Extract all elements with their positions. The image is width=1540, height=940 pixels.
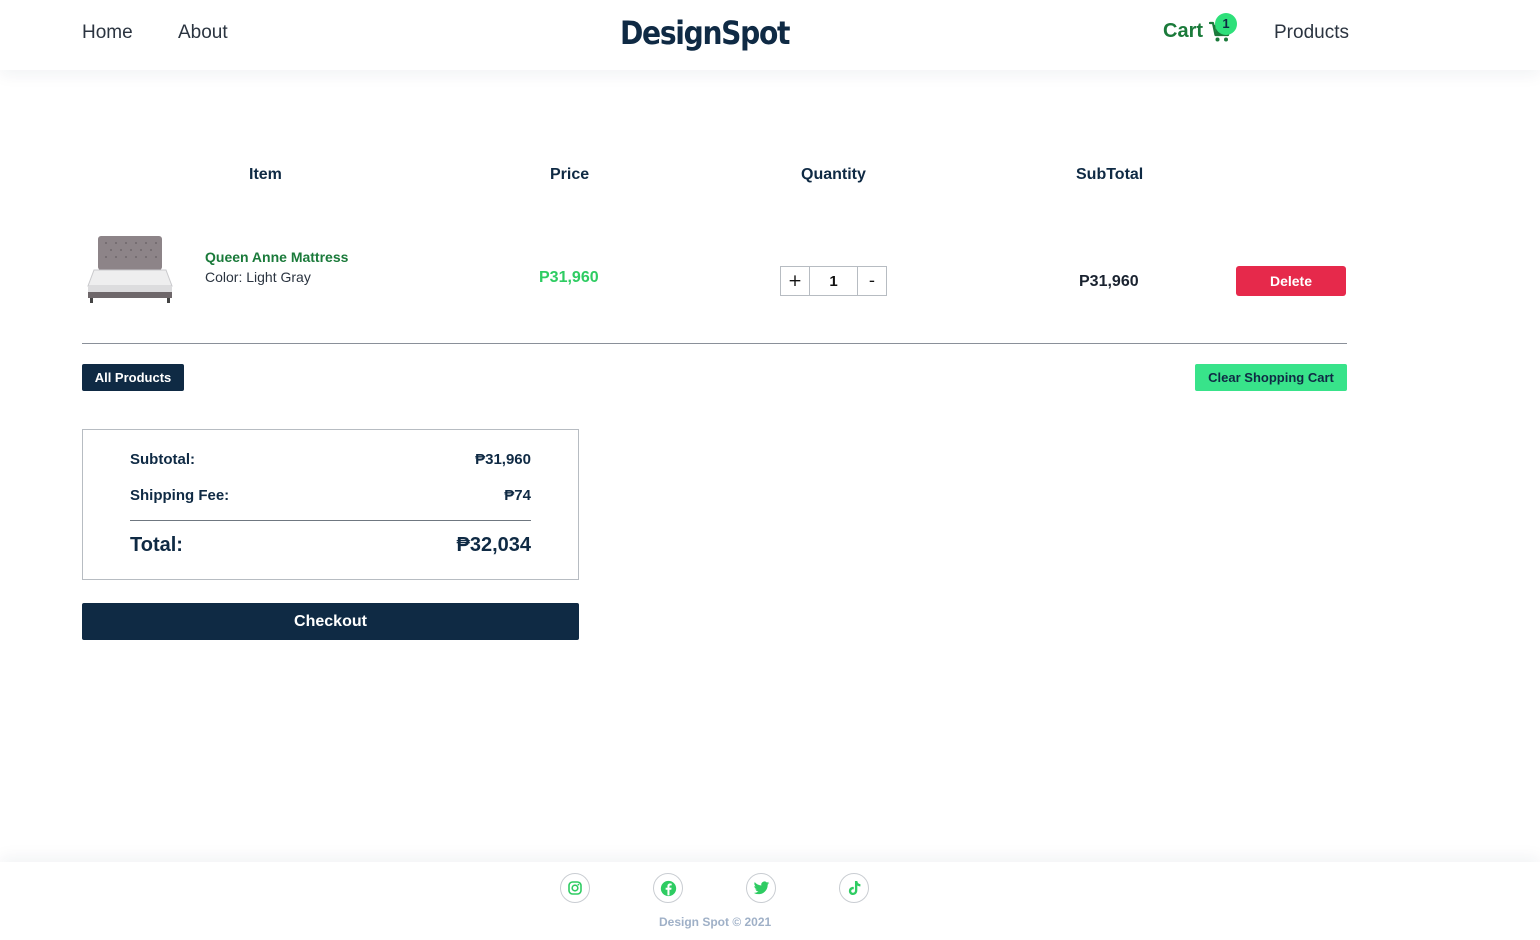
shipping-fee-value: ₱74 — [504, 487, 531, 504]
total-value: ₱32,034 — [456, 534, 531, 556]
nav-about-link[interactable]: About — [178, 22, 228, 44]
total-label: Total: — [130, 534, 183, 556]
site-footer: Design Spot © 2021 — [0, 862, 1540, 940]
decrease-quantity-button[interactable]: - — [857, 267, 886, 295]
row-subtotal: P31,960 — [1079, 273, 1139, 290]
site-header: Home About DesignSpot Cart 1 Products — [0, 0, 1540, 70]
divider — [82, 343, 1347, 344]
copyright-text: Design Spot © 2021 — [659, 915, 772, 929]
summary-divider — [130, 520, 531, 521]
quantity-input[interactable] — [810, 267, 857, 295]
order-summary: Subtotal: ₱31,960 Shipping Fee: ₱74 Tota… — [82, 429, 579, 580]
instagram-icon[interactable] — [560, 873, 590, 903]
column-header-item: Item — [249, 166, 282, 183]
all-products-button[interactable]: All Products — [82, 364, 184, 391]
product-image-bed — [86, 234, 174, 304]
tiktok-icon[interactable] — [839, 873, 869, 903]
quantity-stepper: + - — [780, 266, 887, 296]
site-logo[interactable]: DesignSpot — [620, 14, 790, 52]
column-header-price: Price — [550, 166, 590, 183]
product-price: P31,960 — [539, 269, 599, 286]
subtotal-label: Subtotal: — [130, 451, 195, 468]
nav-products-link[interactable]: Products — [1274, 22, 1349, 44]
shipping-fee-label: Shipping Fee: — [130, 487, 230, 504]
subtotal-value: ₱31,960 — [475, 451, 531, 468]
column-header-quantity: Quantity — [801, 166, 866, 183]
cart-count-badge: 1 — [1215, 13, 1237, 35]
nav-home-link[interactable]: Home — [82, 22, 133, 44]
product-name[interactable]: Queen Anne Mattress — [205, 249, 348, 265]
product-color: Color: Light Gray — [205, 269, 311, 285]
twitter-icon[interactable] — [746, 873, 776, 903]
increase-quantity-button[interactable]: + — [781, 267, 810, 295]
checkout-button[interactable]: Checkout — [82, 603, 579, 640]
cart-label: Cart — [1163, 20, 1204, 42]
clear-cart-button[interactable]: Clear Shopping Cart — [1195, 364, 1347, 391]
column-header-subtotal: SubTotal — [1076, 166, 1144, 183]
facebook-icon[interactable] — [653, 873, 683, 903]
delete-item-button[interactable]: Delete — [1236, 266, 1346, 296]
